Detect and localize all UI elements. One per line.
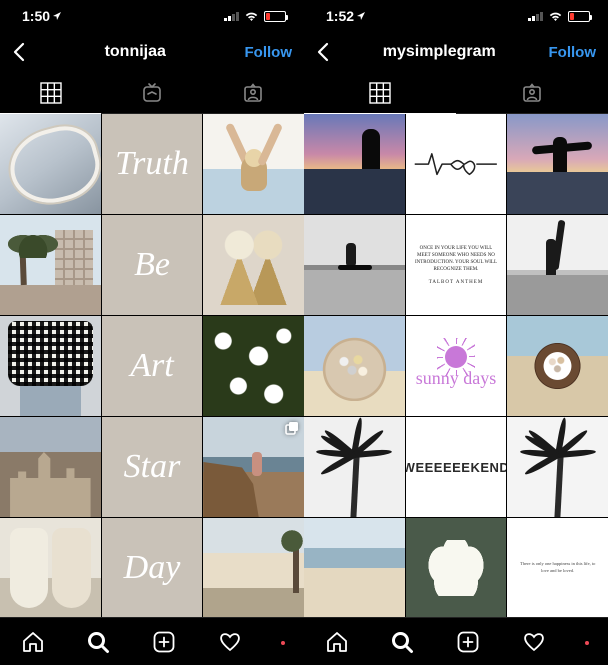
profile-header: tonnijaa Follow: [0, 32, 304, 72]
nav-search[interactable]: [390, 630, 414, 654]
plus-square-icon: [456, 630, 480, 654]
quote-text: ONCE IN YOUR LIFE YOU WILL MEET SOMEONE …: [414, 245, 499, 273]
post-thumbnail[interactable]: [406, 518, 507, 617]
battery-icon: [264, 11, 286, 22]
post-thumbnail[interactable]: Day: [102, 518, 203, 617]
post-thumbnail[interactable]: [507, 417, 608, 517]
post-thumbnail[interactable]: WEEEEEEKEND: [406, 417, 507, 517]
carousel-icon: [285, 421, 300, 436]
nav-activity[interactable]: [522, 630, 546, 654]
post-thumbnail[interactable]: [304, 316, 405, 416]
profile-username[interactable]: mysimplegram: [330, 43, 549, 61]
status-time: 1:52: [326, 8, 354, 24]
heart-icon: [522, 630, 546, 654]
search-icon: [86, 630, 110, 654]
post-thumbnail[interactable]: There is only one happiness in this life…: [507, 518, 608, 617]
battery-icon: [568, 11, 590, 22]
post-thumbnail[interactable]: [203, 316, 304, 416]
home-icon: [325, 630, 349, 654]
post-thumbnail[interactable]: Star: [102, 417, 203, 517]
follow-button[interactable]: Follow: [549, 44, 597, 61]
post-thumbnail[interactable]: [0, 518, 101, 617]
profile-header: mysimplegram Follow: [304, 32, 608, 72]
post-thumbnail[interactable]: [203, 114, 304, 214]
status-bar: 1:52: [304, 0, 608, 32]
tab-grid[interactable]: [0, 72, 101, 113]
post-thumbnail[interactable]: [507, 316, 608, 416]
posts-grid: Truth Be Art Star Day: [0, 114, 304, 617]
post-thumbnail[interactable]: ONCE IN YOUR LIFE YOU WILL MEET SOMEONE …: [406, 215, 507, 315]
search-icon: [390, 630, 414, 654]
profile-tabs: [0, 72, 304, 114]
post-thumbnail[interactable]: Truth: [102, 114, 203, 214]
bottom-nav: [304, 617, 608, 665]
tagged-icon: [242, 82, 264, 104]
nav-new-post[interactable]: [456, 630, 480, 654]
cellular-icon: [528, 11, 543, 21]
bottom-nav: [0, 617, 304, 665]
post-thumbnail[interactable]: Art: [102, 316, 203, 416]
screen-left: 1:50 tonnijaa Follow: [0, 0, 304, 665]
nav-new-post[interactable]: [152, 630, 176, 654]
quote-text: There is only one happiness in this life…: [507, 518, 608, 617]
posts-grid: ONCE IN YOUR LIFE YOU WILL MEET SOMEONE …: [304, 114, 608, 617]
post-thumbnail[interactable]: sunny days: [406, 316, 507, 416]
quote-attribution: TALBOT ANTHEM: [429, 279, 484, 286]
location-icon: [356, 11, 366, 21]
post-thumbnail[interactable]: [203, 417, 304, 517]
post-thumbnail[interactable]: [304, 114, 405, 214]
nav-home[interactable]: [21, 630, 45, 654]
post-thumbnail[interactable]: [304, 417, 405, 517]
wifi-icon: [244, 11, 259, 22]
tab-tagged[interactable]: [456, 72, 608, 113]
nav-home[interactable]: [325, 630, 349, 654]
screen-right: 1:52 mysimplegram Follow: [304, 0, 608, 665]
tagged-icon: [521, 82, 543, 104]
follow-button[interactable]: Follow: [245, 44, 293, 61]
cellular-icon: [224, 11, 239, 21]
status-bar: 1:50: [0, 0, 304, 32]
post-thumbnail[interactable]: [304, 518, 405, 617]
igtv-icon: [141, 82, 163, 104]
heart-icon: [218, 630, 242, 654]
post-thumbnail[interactable]: [507, 114, 608, 214]
post-thumbnail[interactable]: [0, 417, 101, 517]
grid-icon: [40, 82, 62, 104]
post-thumbnail[interactable]: [304, 215, 405, 315]
post-thumbnail[interactable]: [507, 215, 608, 315]
grid-icon: [369, 82, 391, 104]
post-thumbnail[interactable]: [203, 518, 304, 617]
profile-username[interactable]: tonnijaa: [26, 43, 245, 61]
back-button[interactable]: [316, 42, 330, 62]
location-icon: [52, 11, 62, 21]
wifi-icon: [548, 11, 563, 22]
post-thumbnail[interactable]: Be: [102, 215, 203, 315]
post-thumbnail[interactable]: [406, 114, 507, 214]
tab-igtv[interactable]: [101, 72, 202, 113]
weekend-text: WEEEEEEKEND: [406, 417, 507, 517]
nav-search[interactable]: [86, 630, 110, 654]
heartbeat-wave-icon: [413, 147, 499, 181]
post-thumbnail[interactable]: [0, 114, 101, 214]
back-button[interactable]: [12, 42, 26, 62]
tab-tagged[interactable]: [203, 72, 304, 113]
plus-square-icon: [152, 630, 176, 654]
post-thumbnail[interactable]: [203, 215, 304, 315]
profile-tabs: [304, 72, 608, 114]
status-time: 1:50: [22, 8, 50, 24]
sun-icon: [445, 346, 467, 368]
home-icon: [21, 630, 45, 654]
post-thumbnail[interactable]: [0, 215, 101, 315]
post-thumbnail[interactable]: [0, 316, 101, 416]
tab-grid[interactable]: [304, 72, 456, 113]
nav-activity[interactable]: [218, 630, 242, 654]
